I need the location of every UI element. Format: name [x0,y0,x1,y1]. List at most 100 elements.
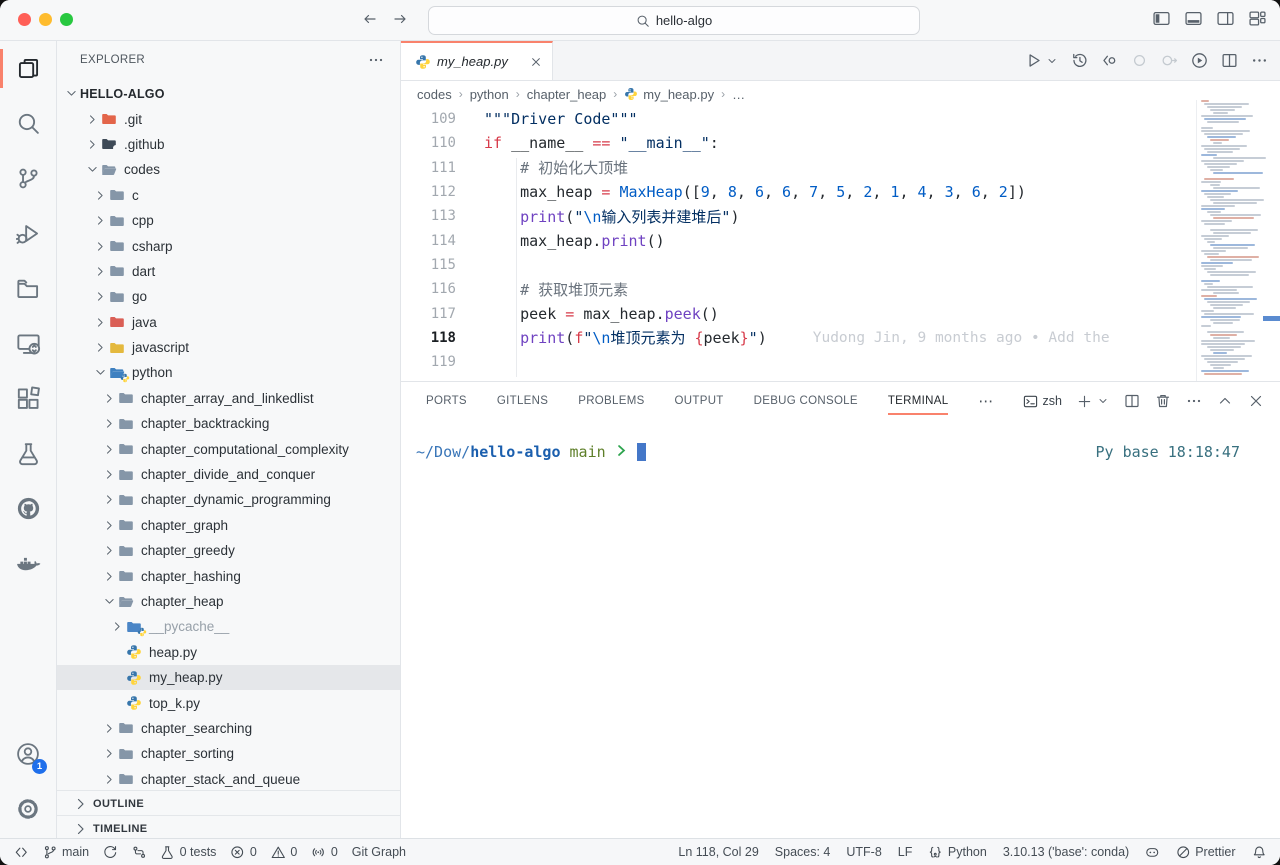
activity-accounts[interactable]: 1 [0,726,56,781]
activity-remote-explorer[interactable] [0,316,56,371]
chevron-expanded-icon[interactable] [101,595,118,608]
status-copilot[interactable] [1145,845,1160,860]
panel-tab-gitlens[interactable]: GITLENS [497,382,548,420]
activity-testing[interactable] [0,426,56,481]
chevron-collapsed-icon[interactable] [92,316,109,329]
run-dropdown-icon[interactable] [1046,55,1058,67]
run-python-file-icon[interactable] [1025,52,1042,69]
chevron-collapsed-icon[interactable] [101,722,118,735]
status-errors[interactable]: 0 [230,845,256,860]
tree-item-csharp[interactable]: csharp [57,233,400,258]
outline-section[interactable]: OUTLINE [57,790,400,816]
status-warnings[interactable]: 0 [271,845,297,860]
tree-item-chapter-dynamic-programming[interactable]: chapter_dynamic_programming [57,487,400,512]
tree-item-my-heap-py[interactable]: my_heap.py [57,665,400,690]
new-terminal-icon[interactable] [1077,394,1092,409]
tree-item-c[interactable]: c [57,183,400,208]
breadcrumb-item[interactable]: chapter_heap [527,87,607,102]
breadcrumb-item[interactable]: python [470,87,509,102]
explorer-more-actions-icon[interactable] [368,52,384,68]
timeline-section[interactable]: TIMELINE [57,815,400,838]
close-tab-icon[interactable] [530,56,542,68]
tab-my-heap-py[interactable]: my_heap.py [401,41,553,80]
tree-item-chapter-searching[interactable]: chapter_searching [57,716,400,741]
panel-more-icon[interactable] [1186,393,1202,409]
breadcrumb-item[interactable]: … [732,87,745,102]
tree-item-chapter-array-and-linkedlist[interactable]: chapter_array_and_linkedlist [57,386,400,411]
zoom-window-button[interactable] [60,13,73,26]
status-remote-indicator[interactable] [14,845,29,860]
layout-right-icon[interactable] [1217,10,1234,27]
close-window-button[interactable] [18,13,31,26]
activity-folders[interactable] [0,261,56,316]
chevron-expanded-icon[interactable] [63,87,80,100]
chevron-collapsed-icon[interactable] [92,290,109,303]
maximize-panel-icon[interactable] [1217,393,1233,409]
chevron-collapsed-icon[interactable] [92,341,109,354]
layout-left-icon[interactable] [1153,10,1170,27]
status-git-sync[interactable] [103,845,118,860]
layout-grid-icon[interactable] [1249,10,1266,27]
chevron-collapsed-icon[interactable] [84,138,101,151]
status-gitlens-compare[interactable] [132,845,147,860]
navigate-forward-icon[interactable] [392,11,408,27]
activity-explorer[interactable] [0,41,56,96]
status-eol[interactable]: LF [898,845,913,859]
chevron-collapsed-icon[interactable] [84,113,101,126]
previous-change-icon[interactable] [1131,52,1148,69]
activity-extensions[interactable] [0,371,56,426]
activity-run-and-debug[interactable] [0,206,56,261]
chevron-expanded-icon[interactable] [92,366,109,379]
chevron-collapsed-icon[interactable] [92,214,109,227]
tree-item-chapter-heap[interactable]: chapter_heap [57,589,400,614]
chevron-collapsed-icon[interactable] [92,240,109,253]
command-center-search[interactable]: hello-algo [428,6,920,35]
tree-item-cpp[interactable]: cpp [57,208,400,233]
chevron-collapsed-icon[interactable] [101,544,118,557]
close-panel-icon[interactable] [1248,393,1264,409]
status-prettier[interactable]: Prettier [1176,845,1236,860]
breadcrumb-item[interactable]: my_heap.py [624,87,714,102]
navigate-back-icon[interactable] [362,11,378,27]
status-python-interpreter[interactable]: 3.10.13 ('base': conda) [1003,845,1129,859]
panel-tab-output[interactable]: OUTPUT [675,382,724,420]
tree-item-dart[interactable]: dart [57,259,400,284]
tree-item-codes[interactable]: codes [57,157,400,182]
run-file-icon[interactable] [1191,52,1208,69]
open-changes-icon[interactable] [1101,52,1118,69]
chevron-collapsed-icon[interactable] [101,773,118,786]
panel-more-tabs[interactable]: ⋯ [978,382,993,420]
tree-item-top-k-py[interactable]: top_k.py [57,690,400,715]
tree-item-heap-py[interactable]: heap.py [57,640,400,665]
status-git-graph[interactable]: Git Graph [352,845,406,859]
tree-item-chapter-graph[interactable]: chapter_graph [57,513,400,538]
tree-item-java[interactable]: java [57,310,400,335]
tree-item--git[interactable]: .git [57,106,400,131]
tree-item-python[interactable]: python [57,360,400,385]
tree-item--github[interactable]: .github [57,132,400,157]
kill-terminal-icon[interactable] [1155,393,1171,409]
panel-tab-debug-console[interactable]: DEBUG CONSOLE [754,382,858,420]
layout-bottom-icon[interactable] [1185,10,1202,27]
activity-search[interactable] [0,96,56,151]
status-indentation[interactable]: Spaces: 4 [775,845,831,859]
tree-item-chapter-backtracking[interactable]: chapter_backtracking [57,411,400,436]
status-notifications[interactable] [1252,845,1267,860]
chevron-collapsed-icon[interactable] [101,493,118,506]
tree-item-chapter-computational-complexity[interactable]: chapter_computational_complexity [57,436,400,461]
tree-item-hello-algo[interactable]: HELLO-ALGO [57,81,400,106]
chevron-collapsed-icon[interactable] [101,519,118,532]
chevron-collapsed-icon[interactable] [101,747,118,760]
file-history-icon[interactable] [1071,52,1088,69]
terminal[interactable]: ~/Dow/hello-algo main Py base 18:18:47 [416,442,1265,461]
activity-github[interactable] [0,481,56,536]
activity-source-control[interactable] [0,151,56,206]
status-encoding[interactable]: UTF-8 [846,845,881,859]
panel-tab-ports[interactable]: PORTS [426,382,467,420]
split-terminal-icon[interactable] [1124,393,1140,409]
minimize-window-button[interactable] [39,13,52,26]
status-forwarded-ports[interactable]: 0 [311,845,337,860]
next-change-icon[interactable] [1161,52,1178,69]
breadcrumb-item[interactable]: codes [417,87,452,102]
tree-item-chapter-sorting[interactable]: chapter_sorting [57,741,400,766]
